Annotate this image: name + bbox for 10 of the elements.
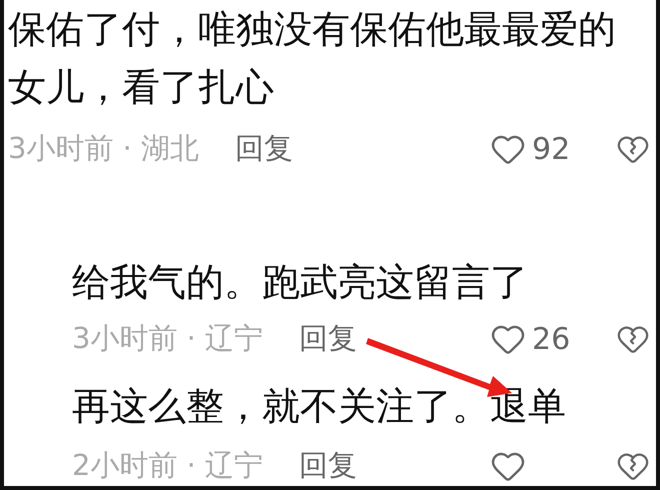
like-count: 26: [532, 322, 570, 356]
comment-text: 保佑了付，唯独没有保佑他最最爱的女儿，看了扎心: [8, 6, 617, 111]
comment-time-location: 2小时前 · 辽宁: [72, 447, 264, 484]
reply-link[interactable]: 回复: [299, 319, 358, 359]
comment-time-location: 3小时前 · 湖北: [8, 130, 200, 167]
reply-link[interactable]: 回复: [235, 129, 294, 169]
like-count: 92: [532, 132, 570, 166]
comment-text: 给我气的。跑武亮这留言了: [72, 259, 529, 306]
reply-link[interactable]: 回复: [299, 446, 358, 486]
comment-time-location: 3小时前 · 辽宁: [72, 320, 264, 357]
